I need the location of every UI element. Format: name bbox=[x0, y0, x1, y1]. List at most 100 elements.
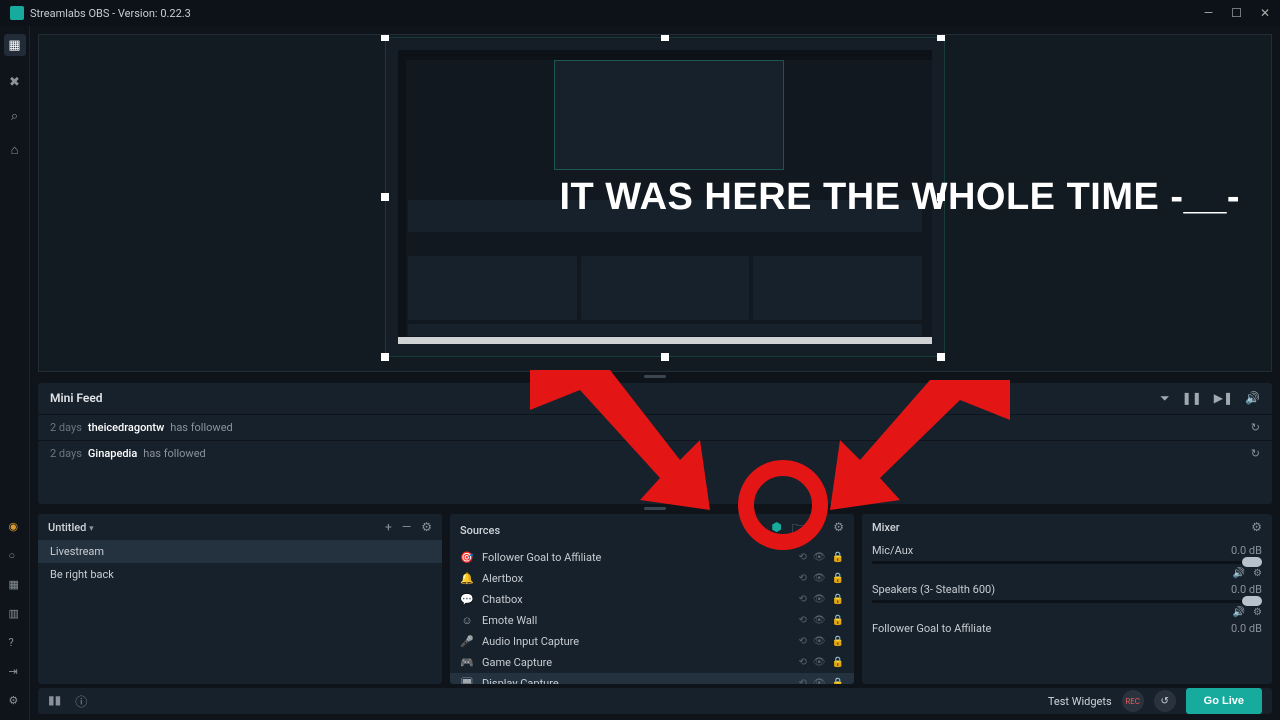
visibility-icon[interactable]: 👁 bbox=[813, 573, 826, 584]
mixer-panel: Mixer ⚙ Mic/Aux0.0 dB🔊⚙Speakers (3- Stea… bbox=[862, 514, 1272, 684]
add-folder-icon[interactable]: 🗀 bbox=[792, 520, 804, 541]
visibility-icon[interactable]: 👁 bbox=[813, 657, 826, 668]
link-icon[interactable]: ⟲ bbox=[798, 636, 806, 647]
test-widgets-button[interactable]: Test Widgets bbox=[1048, 695, 1112, 708]
feed-username: theicedragontw bbox=[88, 421, 164, 434]
source-item[interactable]: 🖥Display Capture⟲👁🔒 bbox=[450, 673, 854, 684]
app-logo bbox=[10, 6, 24, 20]
close-button[interactable]: ✕ bbox=[1260, 6, 1270, 20]
volume-slider[interactable] bbox=[872, 600, 1262, 603]
visibility-icon[interactable]: 👁 bbox=[813, 552, 826, 563]
minimize-button[interactable]: — bbox=[1204, 6, 1213, 20]
visibility-icon[interactable]: 👁 bbox=[813, 678, 826, 684]
circle-icon[interactable]: ○ bbox=[9, 549, 22, 562]
minus-icon[interactable]: — bbox=[402, 520, 411, 534]
gear-icon[interactable]: ⚙ bbox=[1253, 568, 1262, 579]
help-icon[interactable]: ? bbox=[9, 636, 22, 649]
visibility-icon[interactable]: 👁 bbox=[813, 636, 826, 647]
mic-icon: 🎤 bbox=[460, 635, 474, 648]
monitor-icon: 🖥 bbox=[460, 677, 474, 684]
editor-icon[interactable]: ▦ bbox=[4, 34, 26, 56]
resize-handle[interactable] bbox=[381, 34, 389, 41]
mixer-label: Follower Goal to Affiliate bbox=[872, 622, 991, 635]
lock-icon[interactable]: 🔒 bbox=[832, 573, 844, 584]
visibility-icon[interactable]: 👁 bbox=[813, 615, 826, 626]
resize-handle[interactable] bbox=[937, 353, 945, 361]
scene-item[interactable]: Livestream bbox=[38, 540, 442, 563]
link-icon[interactable]: ⟲ bbox=[798, 657, 806, 668]
wall-icon: ☺ bbox=[460, 614, 474, 627]
stats-icon[interactable]: ▮▮ bbox=[48, 693, 61, 710]
replay-buffer-button[interactable]: ↺ bbox=[1154, 690, 1176, 712]
gear-icon[interactable]: ⚙ bbox=[1251, 520, 1262, 534]
search-icon[interactable]: ⌕ bbox=[7, 108, 23, 124]
gear-icon[interactable]: ⚙ bbox=[421, 520, 432, 534]
divider-handle[interactable] bbox=[30, 508, 1280, 511]
link-icon[interactable]: ⟲ bbox=[798, 552, 806, 563]
mute-icon[interactable]: 🔊 bbox=[1233, 568, 1245, 579]
goal-icon: 🎯 bbox=[460, 551, 474, 564]
lock-icon[interactable]: 🔒 bbox=[832, 552, 844, 563]
settings-icon[interactable]: ⚙ bbox=[9, 694, 22, 707]
add-scene-button[interactable]: + bbox=[385, 520, 392, 534]
lock-icon[interactable]: 🔒 bbox=[832, 615, 844, 626]
filter-icon[interactable]: ⏷ bbox=[1160, 391, 1170, 406]
scene-item[interactable]: Be right back bbox=[38, 563, 442, 586]
link-icon[interactable]: ⟲ bbox=[798, 594, 806, 605]
source-item[interactable]: 💬Chatbox⟲👁🔒 bbox=[450, 589, 854, 610]
tools-icon[interactable]: ✖ bbox=[7, 74, 23, 90]
cloud-icon[interactable]: ◉ bbox=[9, 520, 22, 533]
visibility-icon[interactable]: 👁 bbox=[813, 594, 826, 605]
source-item[interactable]: 🔔Alertbox⟲👁🔒 bbox=[450, 568, 854, 589]
grid-icon[interactable]: ▦ bbox=[9, 578, 22, 591]
skip-icon[interactable]: ▶❚ bbox=[1214, 391, 1233, 406]
record-button[interactable]: REC bbox=[1122, 690, 1144, 712]
lock-icon[interactable]: 🔒 bbox=[832, 657, 844, 668]
link-icon[interactable]: ⟲ bbox=[798, 678, 806, 684]
replay-icon[interactable]: ↻ bbox=[1251, 447, 1260, 460]
resize-handle[interactable] bbox=[661, 34, 669, 41]
source-item[interactable]: 🎮Game Capture⟲👁🔒 bbox=[450, 652, 854, 673]
source-label: Emote Wall bbox=[482, 614, 537, 627]
volume-slider[interactable] bbox=[872, 561, 1262, 564]
volume-icon[interactable]: 🔊 bbox=[1245, 391, 1260, 406]
footer-bar: ▮▮ ⓘ Test Widgets REC ↺ Go Live bbox=[38, 688, 1272, 714]
link-icon[interactable]: ⟲ bbox=[798, 615, 806, 626]
maximize-button[interactable]: ☐ bbox=[1231, 6, 1242, 20]
resize-handle[interactable] bbox=[381, 193, 389, 201]
mixer-label: Mic/Aux bbox=[872, 544, 913, 557]
pause-icon[interactable]: ❚❚ bbox=[1182, 391, 1202, 406]
lock-icon[interactable]: 🔒 bbox=[832, 594, 844, 605]
bell-icon: 🔔 bbox=[460, 572, 474, 585]
replay-icon[interactable]: ↻ bbox=[1251, 421, 1260, 434]
gear-icon[interactable]: ⚙ bbox=[1253, 607, 1262, 618]
source-item[interactable]: 🎯Follower Goal to Affiliate⟲👁🔒 bbox=[450, 547, 854, 568]
mute-icon[interactable]: 🔊 bbox=[1233, 607, 1245, 618]
lock-icon[interactable]: 🔒 bbox=[832, 636, 844, 647]
mixer-channel: Mic/Aux0.0 dB🔊⚙ bbox=[872, 544, 1262, 579]
store-icon[interactable]: ⌂ bbox=[7, 142, 23, 158]
divider-handle[interactable] bbox=[30, 376, 1280, 379]
info-icon[interactable]: ⓘ bbox=[75, 693, 87, 710]
go-live-button[interactable]: Go Live bbox=[1186, 688, 1262, 714]
resize-handle[interactable] bbox=[381, 353, 389, 361]
source-label: Game Capture bbox=[482, 656, 552, 669]
resize-handle[interactable] bbox=[661, 353, 669, 361]
mixer-channel: Follower Goal to Affiliate0.0 dB bbox=[872, 622, 1262, 639]
source-item[interactable]: 🎤Audio Input Capture⟲👁🔒 bbox=[450, 631, 854, 652]
feed-item: 2 days Ginapedia has followed↻ bbox=[38, 440, 1272, 466]
nav-sidebar-lower: ◉ ○ ▦ ▥ ? ⇥ ⚙ bbox=[6, 520, 24, 707]
minus-icon[interactable]: — bbox=[814, 520, 823, 541]
chat-icon: 💬 bbox=[460, 593, 474, 606]
lock-icon[interactable]: 🔒 bbox=[832, 678, 844, 684]
login-icon[interactable]: ⇥ bbox=[9, 665, 22, 678]
scene-collection-name[interactable]: Untitled bbox=[48, 521, 86, 534]
source-item[interactable]: ☺ Emote Wall ⟲ 👁 🔒 bbox=[450, 610, 854, 631]
link-icon[interactable]: ⟲ bbox=[798, 573, 806, 584]
resize-handle[interactable] bbox=[937, 34, 945, 41]
gear-icon[interactable]: ⚙ bbox=[833, 520, 844, 541]
add-widget-icon[interactable]: ⬢ bbox=[771, 520, 781, 541]
chevron-down-icon[interactable]: ▾ bbox=[89, 524, 94, 534]
bars-icon[interactable]: ▥ bbox=[9, 607, 22, 620]
mixer-channel: Speakers (3- Stealth 600)0.0 dB🔊⚙ bbox=[872, 583, 1262, 618]
